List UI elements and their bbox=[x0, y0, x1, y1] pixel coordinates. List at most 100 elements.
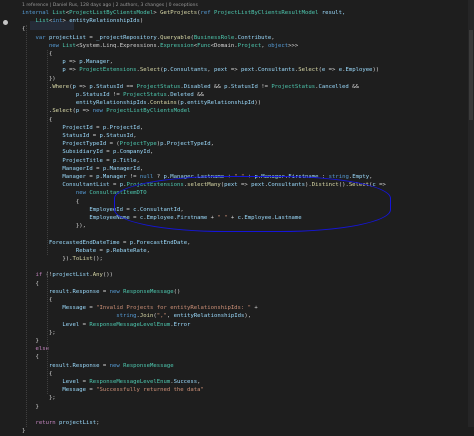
code-token: ProjectId bbox=[109, 124, 140, 131]
code-token: pext bbox=[241, 67, 255, 74]
code-token: projectList bbox=[48, 34, 90, 41]
code-token: EmployeeName bbox=[22, 215, 134, 221]
code-token: ref bbox=[200, 10, 215, 16]
code-token: string bbox=[22, 313, 137, 320]
code-token: , bbox=[139, 165, 144, 172]
code-token: , bbox=[210, 141, 214, 148]
code-token: "Invalid Projects for entityRelationship… bbox=[96, 305, 255, 312]
code-token: new bbox=[109, 288, 124, 295]
scrollbar-thumb[interactable] bbox=[469, 30, 473, 120]
code-token: Firstname bbox=[176, 215, 211, 221]
code-token: ProjectListByClientsModel bbox=[106, 108, 191, 115]
code-token: ToList bbox=[72, 256, 93, 262]
code-token: + bbox=[230, 215, 238, 221]
editor-gutter[interactable] bbox=[0, 0, 14, 427]
code-token: , bbox=[271, 34, 275, 41]
code-token: StatusId bbox=[96, 83, 127, 90]
code-token: }). bbox=[22, 256, 73, 262]
code-token: ConsultantList bbox=[22, 182, 113, 189]
code-token: ManagerId bbox=[109, 165, 140, 172]
code-token: ProjectListByClientsResultModel bbox=[214, 10, 322, 16]
code-token: Domain. bbox=[214, 42, 238, 49]
code-token: => bbox=[328, 67, 339, 74]
code-token: ProjectStatus bbox=[136, 83, 181, 90]
vertical-scrollbar[interactable] bbox=[468, 0, 474, 427]
code-line[interactable]: } bbox=[22, 427, 25, 436]
code-token: ProjectId bbox=[22, 124, 97, 131]
code-token: Consultants bbox=[257, 67, 295, 74]
code-token: } bbox=[22, 428, 26, 435]
code-token: , bbox=[133, 133, 137, 139]
code-token: int bbox=[52, 18, 63, 25]
code-token: ConsultantItemDTO bbox=[89, 190, 147, 197]
code-token: }; bbox=[22, 395, 56, 402]
code-token: StatusId bbox=[22, 133, 93, 139]
code-token: ForecastedEndDateTime bbox=[22, 239, 124, 246]
code-line[interactable]: }).ToList(); bbox=[22, 255, 102, 264]
code-token: => bbox=[230, 67, 241, 74]
code-token: != bbox=[112, 92, 124, 98]
code-token: pext bbox=[214, 67, 231, 74]
code-token: () bbox=[173, 288, 181, 295]
code-token: "," bbox=[156, 313, 167, 320]
code-token: Level bbox=[22, 321, 83, 328]
breakpoint-marker[interactable] bbox=[3, 20, 8, 25]
code-token: => bbox=[69, 59, 80, 66]
code-token: Level bbox=[22, 379, 83, 385]
code-token: ForecastEndDate bbox=[136, 239, 188, 246]
code-token: ResponseMessageLevelEnum bbox=[89, 321, 171, 328]
code-token: Join bbox=[139, 313, 154, 320]
code-line[interactable]: } bbox=[22, 403, 39, 412]
code-token: Consultants bbox=[170, 67, 208, 74]
code-token: , bbox=[197, 379, 201, 385]
code-line[interactable]: }), bbox=[22, 222, 86, 231]
code-token: = bbox=[96, 124, 103, 131]
code-token: { bbox=[22, 354, 39, 361]
code-token: >>> bbox=[288, 42, 299, 49]
code-token: && bbox=[214, 83, 225, 90]
code-token: Firstname bbox=[288, 174, 322, 180]
code-token: List bbox=[22, 18, 49, 25]
code-token: } bbox=[22, 403, 39, 410]
code-token: = bbox=[96, 165, 103, 172]
code-token: Manager bbox=[170, 174, 194, 180]
code-token: " " bbox=[234, 174, 248, 180]
indent-guide bbox=[26, 25, 27, 428]
code-token: , bbox=[166, 313, 174, 320]
code-token: projectList bbox=[52, 272, 90, 279]
code-token: (). bbox=[338, 182, 349, 189]
code-token: , bbox=[369, 174, 373, 180]
code-token: Distinct bbox=[311, 182, 339, 189]
code-token: object bbox=[267, 42, 289, 49]
code-token: Success bbox=[173, 379, 198, 385]
code-token: = bbox=[133, 215, 140, 221]
code-token: Employee bbox=[146, 215, 174, 221]
code-token: , bbox=[261, 42, 268, 49]
code-line[interactable]: p => ProjectExtensions.Select(p.Consulta… bbox=[22, 66, 379, 75]
code-token: Contribute bbox=[237, 34, 272, 41]
code-token: " " bbox=[217, 215, 231, 221]
code-token: GetProjects bbox=[160, 10, 198, 16]
code-line[interactable]: new List<System.Linq.Expressions.Express… bbox=[22, 42, 298, 51]
code-token: _projectRepository bbox=[96, 34, 157, 41]
code-editor[interactable]: 1 reference | Daniel Rus, 128 days ago |… bbox=[0, 0, 474, 434]
code-token: = bbox=[112, 182, 120, 189]
code-token: Response bbox=[72, 362, 103, 369]
code-token: ResponseMessageLevelEnum bbox=[89, 379, 171, 385]
code-line[interactable]: List<int> entityRelationshipIds) bbox=[22, 17, 143, 26]
code-token: List bbox=[62, 42, 76, 49]
code-token: CompanyId bbox=[119, 149, 151, 156]
code-token: Where bbox=[52, 83, 70, 90]
code-token: Disabled bbox=[183, 83, 215, 90]
code-token: => bbox=[79, 83, 90, 90]
code-token: != bbox=[261, 83, 272, 90]
code-token: Any bbox=[92, 272, 103, 279]
code-token: }) bbox=[22, 75, 56, 82]
code-token: Employee bbox=[345, 67, 373, 74]
code-token: : bbox=[321, 174, 329, 180]
code-token: + bbox=[247, 174, 255, 180]
code-token: ProjectType bbox=[119, 141, 157, 148]
code-token: ConsultantId bbox=[139, 206, 181, 213]
code-token: ProjectTypeId bbox=[22, 141, 110, 148]
code-token: , bbox=[139, 124, 144, 131]
